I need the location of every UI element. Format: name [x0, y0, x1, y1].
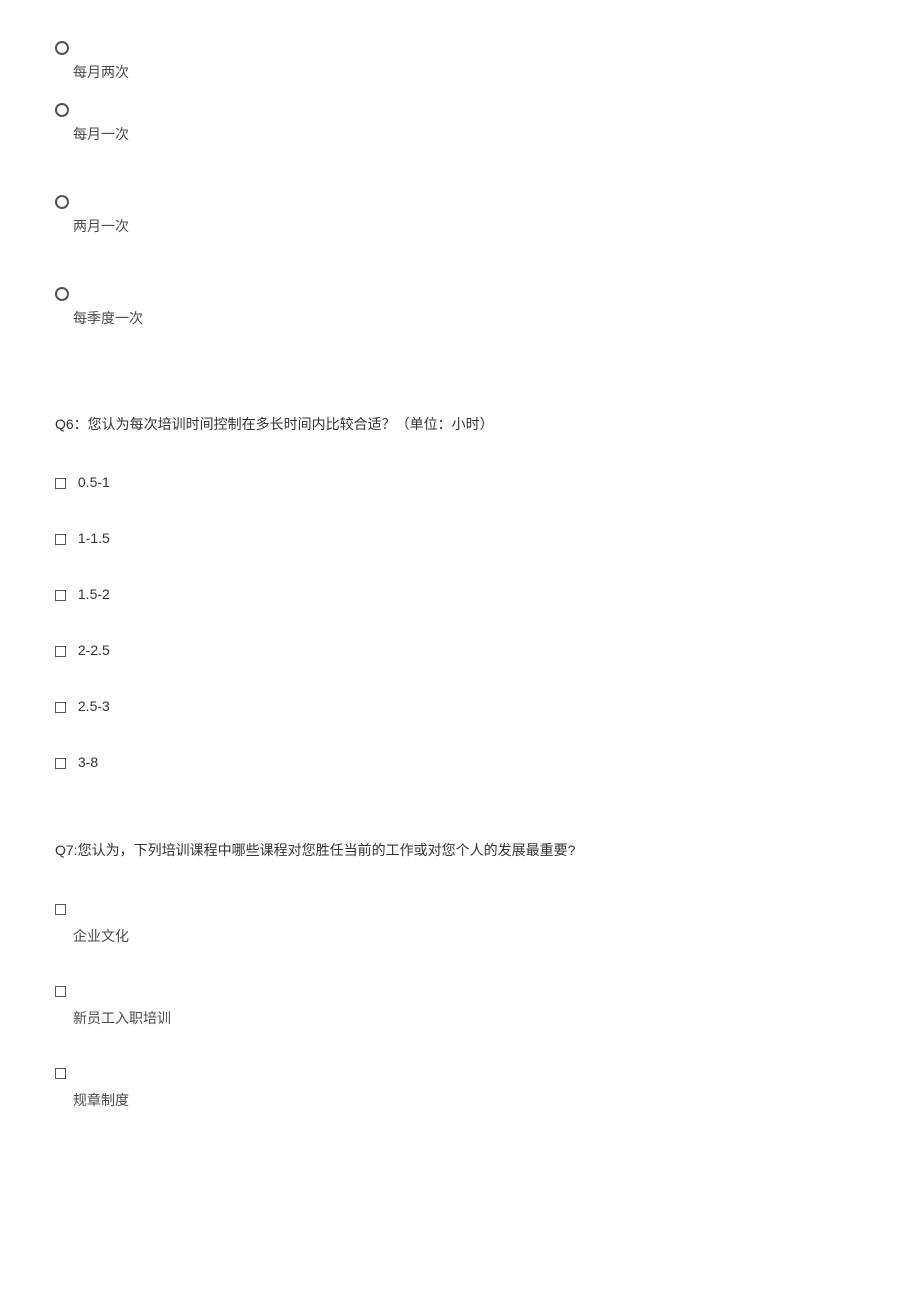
checkbox-label: 规章制度 [73, 1090, 865, 1110]
checkbox-option[interactable]: 新员工入职培训 [55, 982, 865, 1028]
checkbox-option[interactable]: 0.5-1 [55, 474, 865, 490]
radio-option[interactable]: 每季度一次 [55, 286, 865, 328]
checkbox-option[interactable]: 规章制度 [55, 1064, 865, 1110]
q5-options: 每月两次 每月一次 两月一次 每季度一次 [55, 40, 865, 328]
radio-label: 两月一次 [73, 216, 865, 236]
radio-option[interactable]: 每月一次 [55, 102, 865, 144]
checkbox-label: 3-8 [78, 754, 98, 770]
checkbox-label: 2.5-3 [78, 698, 110, 714]
radio-label: 每季度一次 [73, 308, 865, 328]
checkbox-option[interactable]: 2.5-3 [55, 698, 865, 714]
checkbox-icon [55, 590, 66, 601]
checkbox-label: 1-1.5 [78, 530, 110, 546]
checkbox-label: 新员工入职培训 [73, 1008, 865, 1028]
q6-options: 0.5-1 1-1.5 1.5-2 2-2.5 2.5-3 3-8 [55, 474, 865, 770]
radio-label: 每月一次 [73, 124, 865, 144]
checkbox-option[interactable]: 1.5-2 [55, 586, 865, 602]
checkbox-label: 2-2.5 [78, 642, 110, 658]
checkbox-icon [55, 702, 66, 713]
checkbox-option[interactable]: 企业文化 [55, 900, 865, 946]
radio-option[interactable]: 两月一次 [55, 194, 865, 236]
checkbox-icon [55, 904, 66, 915]
checkbox-label: 0.5-1 [78, 474, 110, 490]
checkbox-option[interactable]: 3-8 [55, 754, 865, 770]
checkbox-option[interactable]: 2-2.5 [55, 642, 865, 658]
checkbox-icon [55, 478, 66, 489]
q6-title: Q6：您认为每次培训时间控制在多长时间内比较合适？（单位：小时） [55, 414, 865, 434]
checkbox-icon [55, 986, 66, 997]
checkbox-icon [55, 1068, 66, 1079]
q7-title: Q7:您认为，下列培训课程中哪些课程对您胜任当前的工作或对您个人的发展最重要? [55, 840, 865, 860]
q7-options: 企业文化 新员工入职培训 规章制度 [55, 900, 865, 1110]
radio-label: 每月两次 [73, 62, 865, 82]
checkbox-option[interactable]: 1-1.5 [55, 530, 865, 546]
checkbox-label: 企业文化 [73, 926, 865, 946]
checkbox-icon [55, 646, 66, 657]
radio-icon [55, 103, 69, 117]
radio-option[interactable]: 每月两次 [55, 40, 865, 82]
radio-icon [55, 195, 69, 209]
radio-icon [55, 41, 69, 55]
checkbox-label: 1.5-2 [78, 586, 110, 602]
checkbox-icon [55, 758, 66, 769]
radio-icon [55, 287, 69, 301]
checkbox-icon [55, 534, 66, 545]
